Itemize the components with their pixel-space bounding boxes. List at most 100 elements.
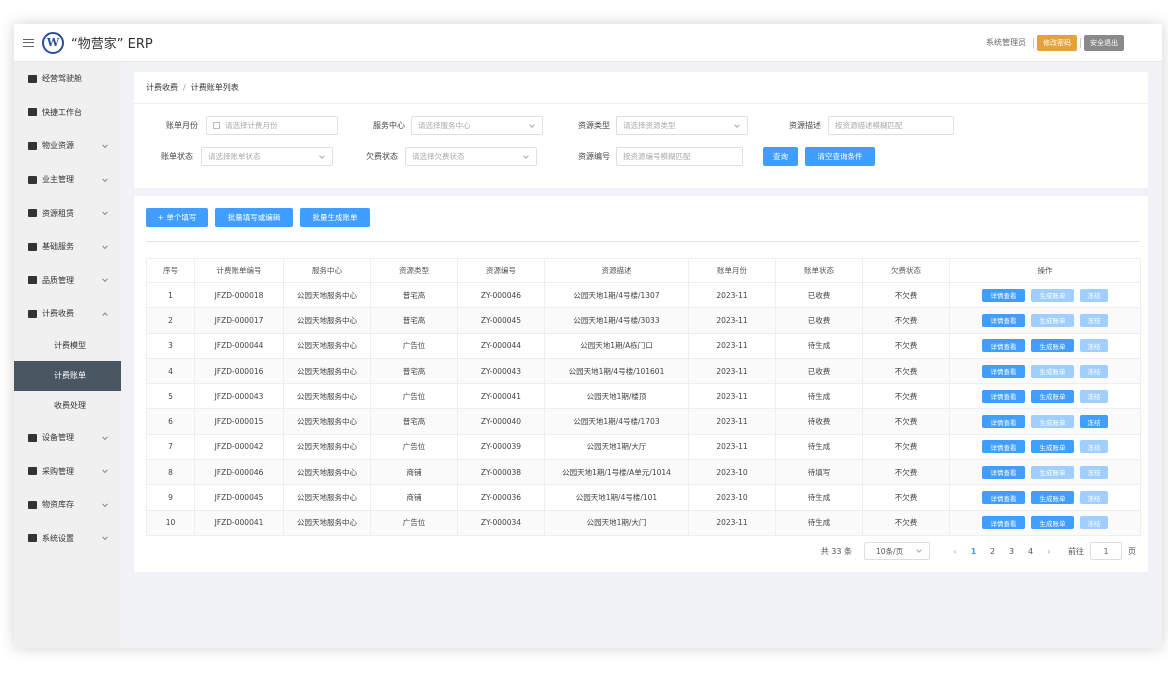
sidebar-item-1[interactable]: 快捷工作台: [14, 96, 121, 130]
hamburger-menu-icon[interactable]: [23, 38, 34, 47]
generate-bill-button[interactable]: 生成账单: [1031, 440, 1074, 454]
cell-status: 待填写: [775, 459, 863, 486]
sidebar-item-3[interactable]: 业主管理: [14, 163, 121, 197]
page-number[interactable]: 1: [964, 547, 983, 556]
cell-center: 公园天地服务中心: [283, 307, 371, 334]
sidebar-subitem-0[interactable]: 计费模型: [14, 331, 121, 361]
resource-type-select[interactable]: 请选择资源类型: [616, 116, 748, 135]
cell-status: 已收费: [775, 357, 863, 385]
cell-res-no: ZY-000038: [457, 459, 545, 486]
bookmark-icon: [28, 242, 37, 251]
freeze-button[interactable]: 冻结: [1080, 440, 1108, 454]
cell-status: 待生成: [775, 484, 863, 511]
freeze-button[interactable]: 冻结: [1080, 491, 1108, 505]
sidebar-item-2[interactable]: 物业资源: [14, 129, 121, 163]
cell-arrears: 不欠费: [862, 509, 950, 536]
cell-type: 广告位: [370, 433, 458, 461]
chevron-down-icon: [734, 122, 740, 128]
batch-fill-button[interactable]: 批量填写或编辑: [215, 208, 293, 227]
generate-bill-button[interactable]: 生成账单: [1031, 364, 1074, 378]
clear-filters-button[interactable]: 清空查询条件: [805, 147, 875, 166]
sidebar-item-0[interactable]: 经营驾驶舱: [14, 62, 121, 96]
change-password-button[interactable]: 修改密码: [1037, 34, 1077, 51]
detail-view-button[interactable]: 详情查看: [982, 313, 1025, 327]
bill-month-picker[interactable]: 请选择计费月份: [206, 116, 338, 135]
sidebar-item-a3[interactable]: 系统设置: [14, 522, 121, 556]
cell-desc: 公园天地1期/4号楼/3033: [544, 307, 689, 334]
freeze-button[interactable]: 冻结: [1080, 313, 1108, 327]
goto-page-input[interactable]: 1: [1090, 542, 1122, 560]
pagination: 共 33 条 10条/页 ‹ 1234 › 前往 1 页: [821, 542, 1136, 560]
chevron-down-icon: [102, 467, 108, 474]
sidebar-item-label: 设备管理: [42, 433, 74, 443]
resource-no-label: 资源编号: [578, 152, 610, 161]
sidebar-item-a0[interactable]: 设备管理: [14, 421, 121, 455]
detail-view-button[interactable]: 详情查看: [982, 440, 1025, 454]
freeze-button[interactable]: 冻结: [1080, 516, 1108, 530]
page-number[interactable]: 3: [1002, 547, 1021, 556]
page-size-select[interactable]: 10条/页: [864, 542, 930, 560]
cell-month: 2023-11: [688, 433, 776, 461]
cell-status: 待生成: [775, 433, 863, 461]
detail-view-button[interactable]: 详情查看: [982, 288, 1025, 302]
generate-bill-button[interactable]: 生成账单: [1031, 339, 1074, 353]
sidebar-item-label: 经营驾驶舱: [42, 74, 82, 84]
page-number[interactable]: 4: [1021, 547, 1040, 556]
freeze-button[interactable]: 冻结: [1080, 364, 1108, 378]
page-number[interactable]: 2: [983, 547, 1002, 556]
freeze-button[interactable]: 冻结: [1080, 465, 1108, 479]
bill-status-select[interactable]: 请选择账单状态: [201, 147, 333, 166]
sidebar-item-6[interactable]: 品质管理: [14, 264, 121, 298]
logout-button[interactable]: 安全退出: [1084, 34, 1124, 51]
sidebar-item-label: 基础服务: [42, 242, 74, 252]
cell-desc: 公园天地1期/4号楼/101601: [544, 357, 689, 385]
bookmark-icon: [28, 309, 37, 318]
cell-status: 待生成: [775, 509, 863, 536]
generate-bill-button[interactable]: 生成账单: [1031, 415, 1074, 429]
generate-bill-button[interactable]: 生成账单: [1031, 288, 1074, 302]
cell-arrears: 不欠费: [862, 307, 950, 334]
service-center-select[interactable]: 请选择服务中心: [411, 116, 543, 135]
detail-view-button[interactable]: 详情查看: [982, 364, 1025, 378]
sidebar-subitem-2[interactable]: 收费处理: [14, 391, 121, 421]
table-row: 1 JFZD-000018 公园天地服务中心 普宅高 ZY-000046 公园天地1期/4…: [146, 281, 1141, 309]
detail-view-button[interactable]: 详情查看: [982, 415, 1025, 429]
freeze-button[interactable]: 冻结: [1080, 415, 1108, 429]
batch-generate-button[interactable]: 批量生成账单: [300, 208, 370, 227]
sidebar-item-a1[interactable]: 采购管理: [14, 454, 121, 488]
next-page-icon[interactable]: ›: [1044, 547, 1054, 556]
sidebar-subitem-1[interactable]: 计费账单: [14, 360, 121, 391]
breadcrumb-current: 计费账单列表: [190, 83, 239, 92]
freeze-button[interactable]: 冻结: [1080, 339, 1108, 353]
chevron-down-icon: [102, 433, 108, 440]
freeze-button[interactable]: 冻结: [1080, 288, 1108, 302]
detail-view-button[interactable]: 详情查看: [982, 491, 1025, 505]
generate-bill-button[interactable]: 生成账单: [1031, 516, 1074, 530]
calendar-check-icon: [28, 433, 37, 442]
generate-bill-button[interactable]: 生成账单: [1031, 313, 1074, 327]
sidebar-item-5[interactable]: 基础服务: [14, 230, 121, 264]
detail-view-button[interactable]: 详情查看: [982, 516, 1025, 530]
cell-center: 公园天地服务中心: [283, 408, 371, 435]
sidebar-item-a2[interactable]: 物资库存: [14, 488, 121, 522]
sidebar-item-4[interactable]: 资源租赁: [14, 196, 121, 230]
breadcrumb-parent[interactable]: 计费收费: [146, 82, 178, 93]
prev-page-icon[interactable]: ‹: [950, 547, 960, 556]
freeze-button[interactable]: 冻结: [1080, 389, 1108, 403]
resource-desc-input[interactable]: 按资源描述模糊匹配: [828, 116, 954, 135]
detail-view-button[interactable]: 详情查看: [982, 465, 1025, 479]
single-fill-button[interactable]: + 单个填写: [146, 208, 208, 227]
generate-bill-button[interactable]: 生成账单: [1031, 389, 1074, 403]
logo: W: [42, 31, 64, 54]
cell-res-no: ZY-000043: [457, 357, 545, 385]
generate-bill-button[interactable]: 生成账单: [1031, 491, 1074, 505]
sidebar-item-7[interactable]: 计费收费: [14, 297, 121, 331]
detail-view-button[interactable]: 详情查看: [982, 339, 1025, 353]
cell-res-no: ZY-000046: [457, 281, 545, 309]
chevron-down-icon: [102, 276, 108, 283]
query-button[interactable]: 查询: [763, 147, 798, 166]
arrears-status-select[interactable]: 请选择欠费状态: [405, 147, 537, 166]
generate-bill-button[interactable]: 生成账单: [1031, 465, 1074, 479]
resource-no-input[interactable]: 按资源编号模糊匹配: [616, 147, 743, 166]
detail-view-button[interactable]: 详情查看: [982, 389, 1025, 403]
